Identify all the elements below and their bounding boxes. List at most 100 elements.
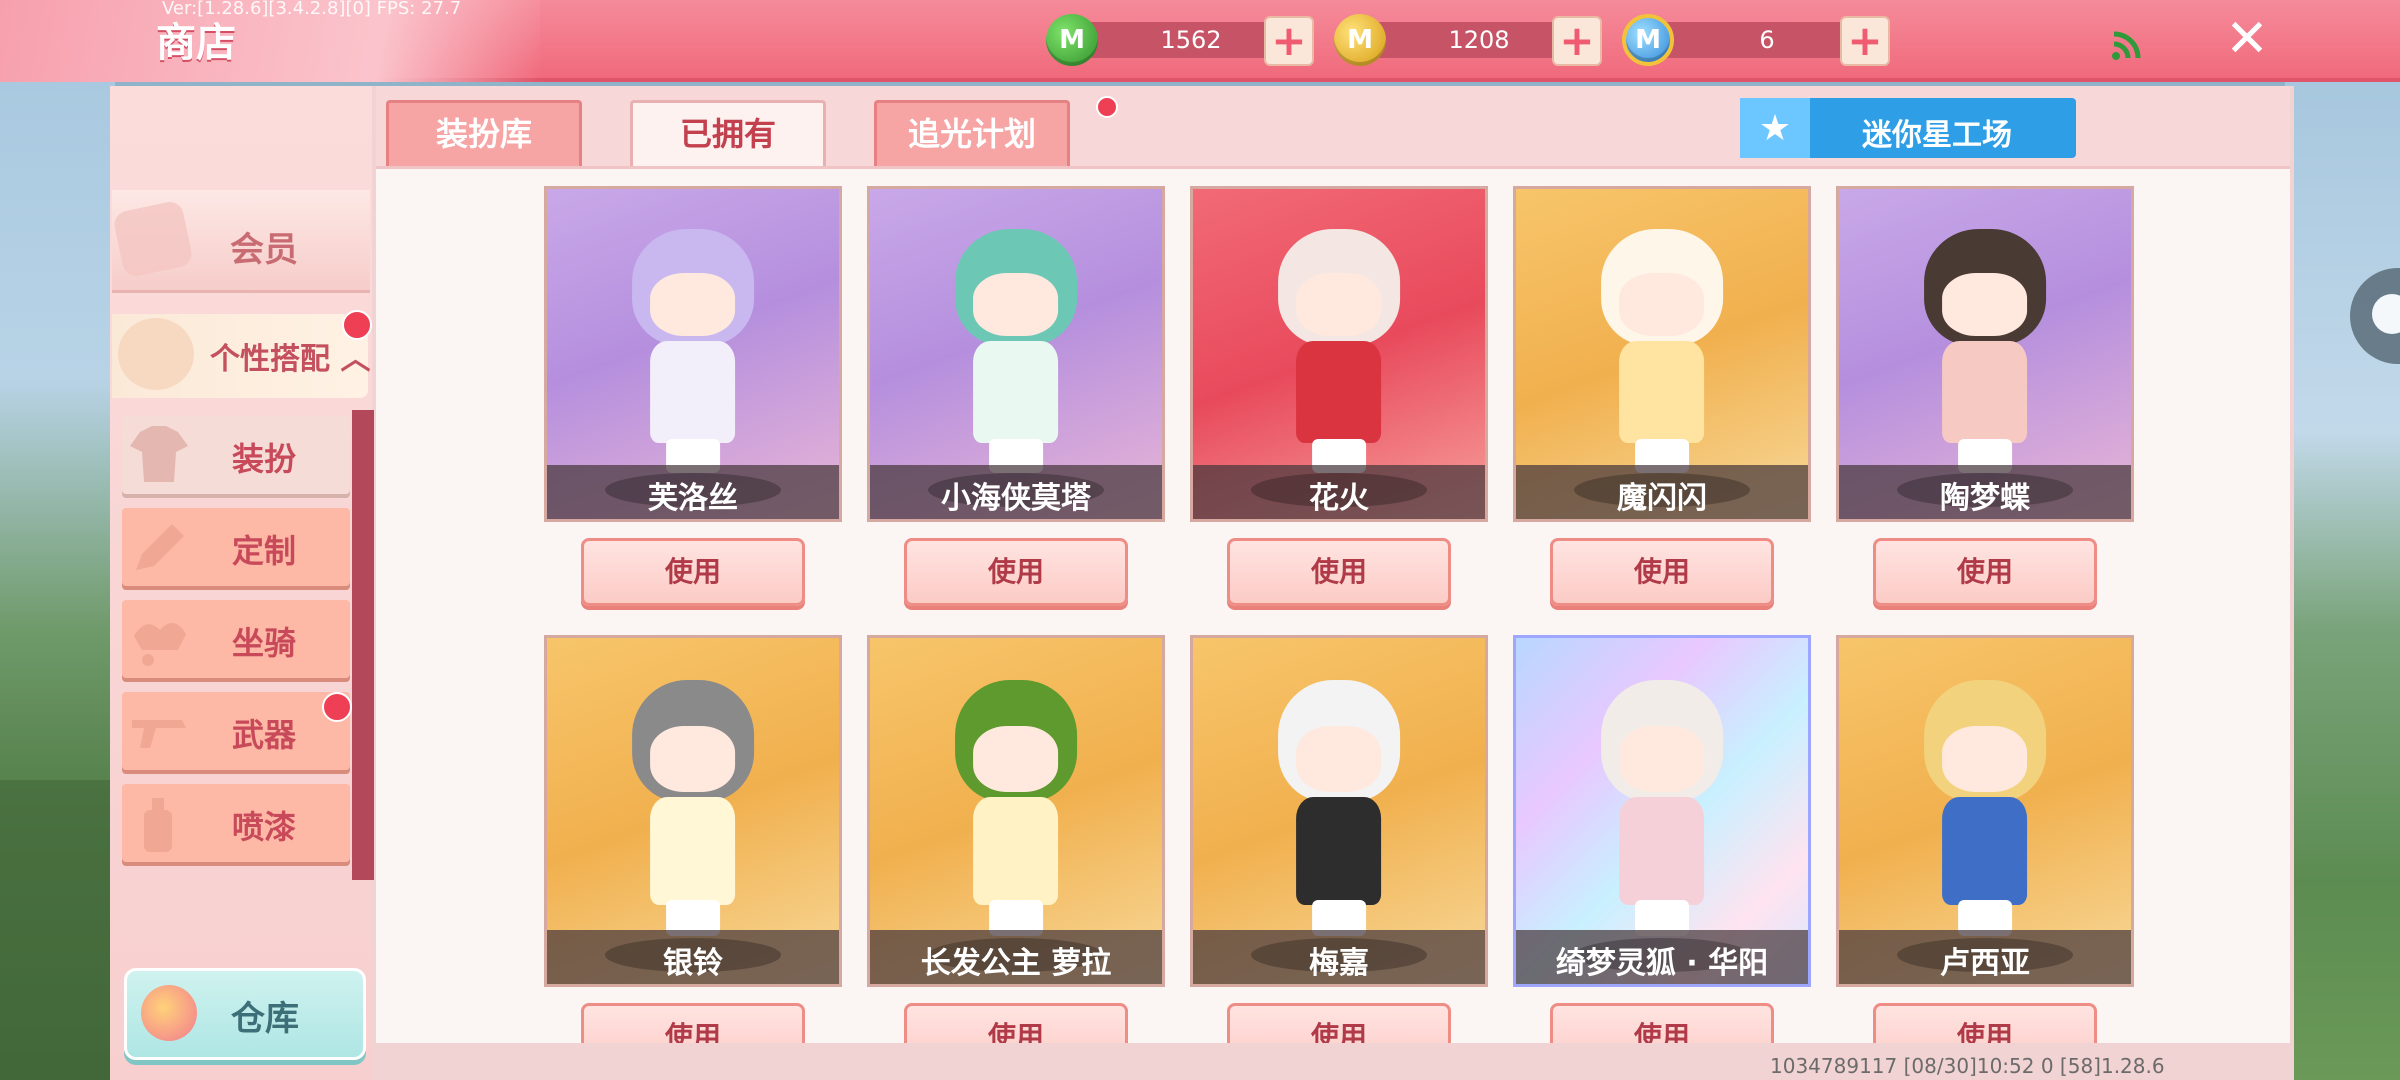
gun-icon — [132, 720, 186, 748]
spray-can-icon — [144, 798, 172, 852]
character-figure — [617, 679, 769, 936]
mini-star-studio-button[interactable]: ★ 迷你星工场 — [1740, 98, 2076, 158]
saddle-icon — [134, 622, 186, 666]
warehouse-icon — [141, 985, 197, 1041]
sidebar-item-label: 会员 — [230, 230, 298, 270]
outfit-name: 梅嘉 — [1309, 946, 1369, 981]
character-outfit — [1942, 340, 2028, 444]
character-figure — [1586, 679, 1738, 936]
sidebar-submenu-strip — [352, 410, 374, 880]
character-figure — [940, 679, 1092, 936]
currency-mini-bean: 1562 M + — [1046, 14, 1376, 66]
warehouse-label: 仓库 — [231, 999, 299, 1039]
outfit-name: 陶梦蝶 — [1940, 481, 2030, 516]
sidebar-item-label: 装扮 — [232, 440, 297, 478]
character-face — [1296, 725, 1382, 793]
outfit-name-bar: 卢西亚 — [1839, 930, 2131, 984]
outfit-card[interactable]: 小海侠莫塔 — [867, 186, 1165, 522]
sidebar-item-costume[interactable]: 装扮 — [122, 416, 350, 494]
outfit-name: 银铃 — [663, 946, 723, 981]
use-outfit-button[interactable]: 使用 — [581, 1003, 805, 1043]
outfit-name: 魔闪闪 — [1617, 481, 1707, 516]
outfit-name-bar: 梅嘉 — [1193, 930, 1485, 984]
outfit-name-bar: 小海侠莫塔 — [870, 465, 1162, 519]
use-outfit-button[interactable]: 使用 — [1550, 1003, 1774, 1043]
sidebar-item-label: 坐骑 — [232, 624, 297, 662]
outfit-card[interactable]: 魔闪闪 — [1513, 186, 1811, 522]
add-mini-coin-button[interactable]: + — [1552, 16, 1602, 66]
footer-info-text: 1034789117 [08/30]10:52 0 [58]1.28.6 — [1770, 1054, 2165, 1078]
use-outfit-button[interactable]: 使用 — [904, 1003, 1128, 1043]
character-outfit — [973, 797, 1059, 905]
currency-mini-coin: 1208 M + — [1334, 14, 1664, 66]
outfit-group-icon — [118, 318, 194, 390]
character-figure — [617, 228, 769, 473]
page-title: 商店 — [156, 20, 236, 66]
outfit-name: 小海侠莫塔 — [941, 481, 1091, 516]
sidebar-item-weapon[interactable]: 武器 — [122, 692, 350, 770]
outfit-name: 绮梦灵狐 · 华阳 — [1555, 946, 1769, 981]
notification-dot — [1096, 96, 1118, 118]
green-mini-coin-icon: M — [1046, 14, 1098, 66]
blue-mini-coin-icon: M — [1622, 14, 1674, 66]
outfit-card[interactable]: 梅嘉 — [1190, 635, 1488, 987]
character-outfit — [1296, 340, 1382, 444]
use-outfit-button[interactable]: 使用 — [1227, 538, 1451, 606]
character-face — [1296, 272, 1382, 337]
character-figure — [1586, 228, 1738, 473]
use-outfit-button[interactable]: 使用 — [581, 538, 805, 606]
character-figure — [1909, 679, 2061, 936]
outfit-card[interactable]: 卢西亚 — [1836, 635, 2134, 987]
character-outfit — [1619, 340, 1705, 444]
currency-mini-point: 6 M + — [1622, 14, 1952, 66]
gold-mini-coin-icon: M — [1334, 14, 1386, 66]
use-outfit-button[interactable]: 使用 — [1873, 538, 2097, 606]
character-face — [1619, 272, 1705, 337]
use-outfit-button[interactable]: 使用 — [1550, 538, 1774, 606]
use-outfit-button[interactable]: 使用 — [904, 538, 1128, 606]
outfit-card[interactable]: 长发公主 萝拉 — [867, 635, 1165, 987]
outfit-name-bar: 银铃 — [547, 930, 839, 984]
close-icon[interactable]: ✕ — [2222, 13, 2272, 65]
character-face — [650, 725, 736, 793]
outfit-card[interactable]: 银铃 — [544, 635, 842, 987]
add-mini-point-button[interactable]: + — [1840, 16, 1890, 66]
character-figure — [1263, 228, 1415, 473]
outfit-card[interactable]: 陶梦蝶 — [1836, 186, 2134, 522]
tab-light-chase-plan[interactable]: 追光计划 — [874, 100, 1070, 166]
outfit-name: 花火 — [1309, 481, 1369, 516]
character-outfit — [973, 340, 1059, 444]
outfit-name-bar: 魔闪闪 — [1516, 465, 1808, 519]
outfit-card[interactable]: 芙洛丝 — [544, 186, 842, 522]
outfit-card[interactable]: 绮梦灵狐 · 华阳 — [1513, 635, 1811, 987]
tab-outfit-library[interactable]: 装扮库 — [386, 100, 582, 166]
character-outfit — [650, 340, 736, 444]
character-face — [1619, 725, 1705, 793]
warehouse-button[interactable]: 仓库 — [124, 968, 366, 1060]
tab-owned[interactable]: 已拥有 — [630, 100, 826, 166]
use-outfit-button[interactable]: 使用 — [1227, 1003, 1451, 1043]
outfit-card[interactable]: 花火 — [1190, 186, 1488, 522]
pencil-icon — [136, 524, 184, 570]
character-outfit — [1619, 797, 1705, 905]
character-face — [650, 272, 736, 337]
game-background-right — [2285, 80, 2400, 1080]
character-figure — [1263, 679, 1415, 936]
outfit-name-bar: 陶梦蝶 — [1839, 465, 2131, 519]
star-icon: ★ — [1740, 98, 1810, 158]
sidebar-item-mount[interactable]: 坐骑 — [122, 600, 350, 678]
game-background-grass — [0, 780, 115, 1080]
use-outfit-button[interactable]: 使用 — [1873, 1003, 2097, 1043]
top-bar: Ver:[1.28.6][3.4.2.8][0] FPS: 27.7 商店 15… — [0, 0, 2400, 82]
chevron-up-icon: ︿ — [340, 342, 371, 377]
sidebar-item-customize[interactable]: 定制 — [122, 508, 350, 586]
outfit-name: 长发公主 萝拉 — [920, 946, 1112, 981]
add-mini-bean-button[interactable]: + — [1264, 16, 1314, 66]
sidebar-item-spray[interactable]: 喷漆 — [122, 784, 350, 862]
outfit-name-bar: 绮梦灵狐 · 华阳 — [1516, 930, 1808, 984]
character-outfit — [1942, 797, 2028, 905]
outfit-name: 芙洛丝 — [648, 481, 738, 516]
outfit-name-bar: 芙洛丝 — [547, 465, 839, 519]
notification-dot — [322, 692, 352, 722]
studio-button-label: 迷你星工场 — [1862, 118, 2012, 153]
